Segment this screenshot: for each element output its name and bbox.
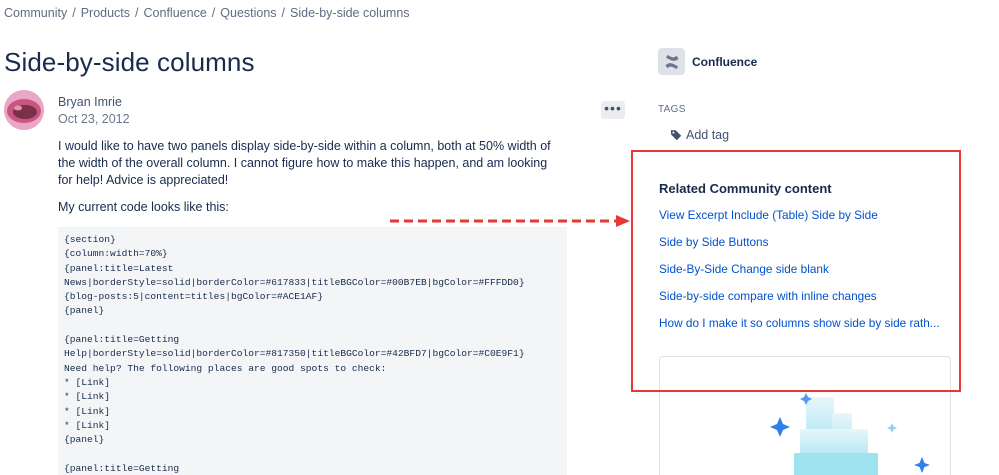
breadcrumb-products[interactable]: Products <box>81 6 130 20</box>
related-content-panel: Related Community content View Excerpt I… <box>631 150 961 392</box>
related-link[interactable]: Side by Side Buttons <box>659 235 769 249</box>
code-block: {section} {column:width=70%} {panel:titl… <box>58 227 567 475</box>
confluence-icon <box>665 54 678 69</box>
question-paragraph: I would like to have two panels display … <box>58 139 551 187</box>
red-dashed-arrow <box>390 215 630 227</box>
avatar-image <box>4 90 44 130</box>
tags-heading: TAGS <box>658 104 686 115</box>
related-link[interactable]: View Excerpt Include (Table) Side by Sid… <box>659 208 878 222</box>
breadcrumb-separator: / <box>135 6 139 20</box>
related-link[interactable]: Side-by-side compare with inline changes <box>659 289 877 303</box>
related-link[interactable]: How do I make it so columns show side by… <box>659 316 940 330</box>
breadcrumb-current[interactable]: Side-by-side columns <box>290 6 410 20</box>
add-tag-button[interactable]: Add tag <box>670 128 729 142</box>
breadcrumb-confluence[interactable]: Confluence <box>144 6 207 20</box>
breadcrumb-separator: / <box>211 6 216 20</box>
breadcrumb-separator: / <box>281 6 286 20</box>
breadcrumb: Community / Products / Confluence / Questions /… <box>4 6 410 20</box>
post-date: Oct 23, 2012 <box>58 112 130 126</box>
breadcrumb-community[interactable]: Community <box>4 6 67 20</box>
breadcrumb-questions[interactable]: Questions <box>220 6 276 20</box>
related-link[interactable]: Side-By-Side Change side blank <box>659 262 829 276</box>
add-tag-label: Add tag <box>686 128 730 142</box>
author-name[interactable]: Bryan Imrie <box>58 95 122 109</box>
related-heading: Related Community content <box>659 181 832 196</box>
confluence-logo-icon[interactable] <box>658 48 685 75</box>
page-title: Side-by-side columns <box>4 47 255 77</box>
tag-icon <box>670 130 682 141</box>
page: Community / Products / Confluence / Questions /… <box>0 0 999 475</box>
more-actions-button[interactable]: ••• <box>601 101 625 119</box>
breadcrumb-separator: / <box>72 6 76 20</box>
product-name[interactable]: Confluence <box>692 55 757 69</box>
avatar[interactable] <box>4 90 44 130</box>
